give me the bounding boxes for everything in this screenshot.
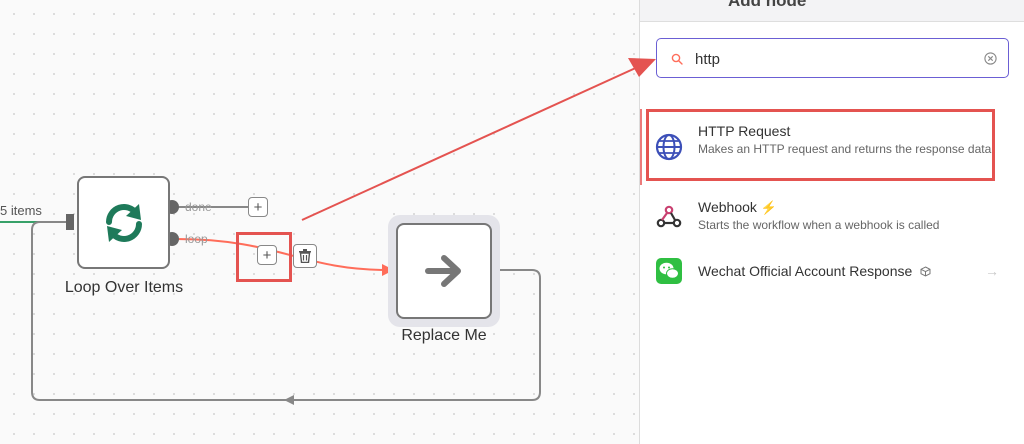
result-wechat[interactable]: Wechat Official Account Response → bbox=[640, 257, 1024, 287]
wechat-icon bbox=[656, 258, 682, 284]
arrow-right-icon: → bbox=[985, 263, 999, 279]
refresh-icon bbox=[105, 203, 142, 242]
node-creator-panel: Add node HTTP Request Makes an HTTP requ… bbox=[639, 0, 1024, 444]
result-title: Webhook ⚡ bbox=[698, 199, 777, 216]
delete-connection-button[interactable] bbox=[293, 244, 317, 268]
panel-header: Add node bbox=[640, 0, 1024, 22]
replace-me-node[interactable] bbox=[396, 223, 492, 319]
loop-over-items-node[interactable] bbox=[77, 176, 170, 269]
loop-node-label: Loop Over Items bbox=[64, 279, 184, 296]
wechat-title-text: Wechat Official Account Response bbox=[698, 263, 913, 279]
items-count-label: 5 items bbox=[0, 203, 42, 218]
arrow-right-icon bbox=[425, 255, 461, 287]
result-description: Starts the workflow when a webhook is ca… bbox=[698, 218, 940, 232]
result-title: HTTP Request bbox=[698, 123, 791, 139]
add-node-loop-button[interactable]: + bbox=[257, 245, 277, 265]
clear-search-icon[interactable] bbox=[984, 52, 997, 65]
webhook-title-text: Webhook bbox=[698, 199, 757, 215]
replace-node-label: Replace Me bbox=[401, 327, 487, 344]
globe-icon bbox=[655, 133, 683, 161]
workflow-canvas[interactable]: 5 items Loop Over Items done loop + + Re… bbox=[0, 0, 640, 444]
done-port-label: done bbox=[185, 200, 212, 214]
trash-icon bbox=[299, 249, 311, 263]
result-http-request[interactable]: HTTP Request Makes an HTTP request and r… bbox=[640, 109, 1024, 185]
loop-node-input-handle[interactable] bbox=[66, 214, 74, 230]
loop-port-label: loop bbox=[185, 232, 208, 246]
add-node-done-button[interactable]: + bbox=[248, 197, 268, 217]
result-description: Makes an HTTP request and returns the re… bbox=[698, 142, 992, 156]
panel-title: Add node bbox=[728, 0, 807, 10]
active-indicator bbox=[640, 109, 642, 185]
search-icon bbox=[671, 53, 683, 65]
cube-icon bbox=[920, 266, 931, 277]
node-search-box[interactable] bbox=[656, 38, 1009, 78]
loop-back-arrowhead bbox=[284, 395, 294, 405]
bolt-icon: ⚡ bbox=[760, 200, 778, 215]
result-title: Wechat Official Account Response bbox=[698, 263, 931, 279]
webhook-icon bbox=[656, 205, 682, 228]
result-webhook[interactable]: Webhook ⚡ Starts the workflow when a webh… bbox=[640, 195, 1024, 239]
search-input[interactable] bbox=[695, 48, 975, 70]
